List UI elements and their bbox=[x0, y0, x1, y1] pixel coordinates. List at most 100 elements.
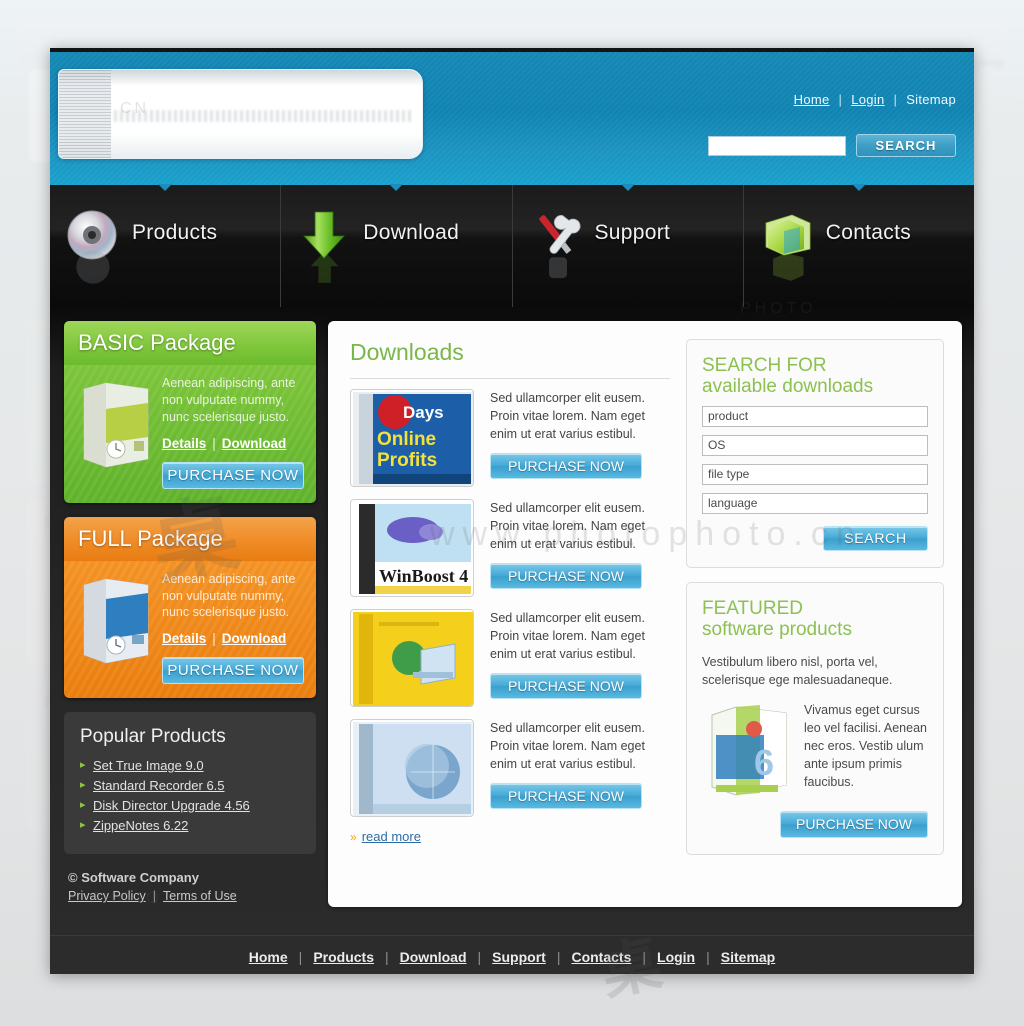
package-link-sep-full: | bbox=[212, 631, 216, 647]
svg-text:Days: Days bbox=[403, 403, 444, 422]
nav-label-support: Support bbox=[594, 221, 671, 244]
package-links-full: Details | Download bbox=[162, 631, 304, 646]
popular-products-title: Popular Products bbox=[80, 726, 226, 748]
download-text-3: Sed ullamcorper elit eusem. Proin vitae … bbox=[490, 721, 645, 772]
footer-link-home[interactable]: Home bbox=[249, 949, 288, 965]
package-title-basic: BASIC Package bbox=[64, 321, 316, 365]
list-item[interactable]: ZippeNotes 6.22 bbox=[80, 818, 300, 833]
read-more-link[interactable]: read more bbox=[362, 829, 421, 844]
download-purchase-button-1[interactable]: PURCHASE NOW bbox=[490, 563, 642, 590]
svg-text:Online: Online bbox=[377, 429, 436, 450]
footer-link-download[interactable]: Download bbox=[400, 949, 467, 965]
nav-label-products: Products bbox=[132, 221, 218, 244]
footer-sep-1: | bbox=[385, 949, 389, 965]
logo-grid-texture bbox=[59, 70, 111, 158]
language-field[interactable] bbox=[702, 492, 928, 514]
popular-link-3[interactable]: ZippeNotes 6.22 bbox=[93, 818, 188, 833]
package-purchase-button-full[interactable]: PURCHASE NOW bbox=[162, 657, 304, 685]
table-row: Days Online Profits Sed ullamcorper elit… bbox=[350, 389, 670, 487]
download-purchase-button-2[interactable]: PURCHASE NOW bbox=[490, 673, 642, 700]
download-purchase-button-3[interactable]: PURCHASE NOW bbox=[490, 783, 642, 810]
nav-label-contacts: Contacts bbox=[825, 221, 912, 244]
downloads-search-button[interactable]: SEARCH bbox=[823, 525, 928, 551]
package-details-link-basic[interactable]: Details bbox=[162, 436, 206, 451]
footer-sep-0: | bbox=[298, 949, 303, 965]
featured-intro-text: Vestibulum libero nisl, porta vel, scele… bbox=[702, 654, 893, 687]
os-field[interactable] bbox=[702, 434, 928, 456]
top-link-sitemap[interactable]: Sitemap bbox=[906, 92, 956, 107]
double-chevron-right-icon: » bbox=[350, 830, 357, 844]
site-footer: Home | Products | Download | Support | Contacts |… bbox=[50, 935, 974, 974]
top-link-home[interactable]: Home bbox=[794, 92, 830, 107]
read-more-row: » read more bbox=[350, 829, 670, 844]
nav-reflection-products bbox=[64, 249, 126, 285]
package-download-link-basic[interactable]: Download bbox=[222, 436, 287, 451]
search-downloads-box: SEARCH FOR available downloads SEARCH bbox=[686, 339, 944, 568]
popular-products-list: Set True Image 9.0 Standard Recorder 6.5… bbox=[80, 758, 300, 833]
featured-purchase-button[interactable]: PURCHASE NOW bbox=[780, 810, 928, 838]
package-details-link-full[interactable]: Details bbox=[162, 631, 206, 646]
header-search: SEARCH bbox=[708, 134, 956, 157]
nav-item-support[interactable]: Support bbox=[513, 185, 744, 307]
top-link-sep-2: | bbox=[893, 92, 898, 107]
nav-item-contacts[interactable]: Contacts bbox=[744, 185, 974, 307]
product-field[interactable] bbox=[702, 405, 928, 427]
winboost-4-box-icon[interactable]: WinBoost 4 bbox=[350, 499, 474, 597]
green-software-box-icon bbox=[76, 379, 154, 471]
featured-title-line1: FEATURED bbox=[702, 597, 803, 619]
privacy-policy-link[interactable]: Privacy Policy bbox=[68, 889, 146, 903]
logo-blurred-text bbox=[114, 110, 412, 122]
copyright-line: © Software Company bbox=[68, 870, 199, 886]
main-navigation: Products Download Support Contacts bbox=[50, 185, 974, 307]
left-sidebar: BASIC Package Aenean adipiscing, ante no… bbox=[64, 321, 316, 935]
yellow-utility-box-icon[interactable] bbox=[350, 609, 474, 707]
page-content: BASIC Package Aenean adipiscing, ante no… bbox=[50, 307, 974, 935]
featured-body-text: Vivamus eget cursus leo vel facilisi. Ae… bbox=[804, 702, 927, 790]
nav-reflection-contacts bbox=[758, 249, 820, 285]
blue-software-box-icon bbox=[76, 575, 154, 667]
list-item[interactable]: Set True Image 9.0 bbox=[80, 758, 300, 773]
footer-link-login[interactable]: Login bbox=[657, 949, 695, 965]
package-link-sep-basic: | bbox=[212, 435, 216, 451]
package-desc-full: Aenean adipiscing, ante non vulputate nu… bbox=[162, 571, 296, 620]
downloads-column: Downloads Days Online Profits Sed ullamc… bbox=[350, 339, 670, 893]
nav-reflection-download bbox=[295, 249, 357, 285]
nav-item-download[interactable]: Download bbox=[281, 185, 513, 307]
package-download-link-full[interactable]: Download bbox=[222, 631, 287, 646]
list-item[interactable]: Standard Recorder 6.5 bbox=[80, 778, 300, 793]
footer-link-support[interactable]: Support bbox=[492, 949, 546, 965]
list-item[interactable]: Disk Director Upgrade 4.56 bbox=[80, 798, 300, 813]
package-purchase-button-basic[interactable]: PURCHASE NOW bbox=[162, 461, 304, 489]
footer-link-products[interactable]: Products bbox=[313, 949, 374, 965]
nav-item-products[interactable]: Products bbox=[50, 185, 282, 307]
package-desc-basic: Aenean adipiscing, ante non vulputate nu… bbox=[162, 376, 296, 424]
logo-placeholder[interactable] bbox=[58, 69, 423, 159]
svg-text:WinBoost 4: WinBoost 4 bbox=[379, 566, 468, 586]
top-nav-links: Home | Login | Sitemap bbox=[794, 92, 956, 107]
table-row: Sed ullamcorper elit eusem. Proin vitae … bbox=[350, 609, 670, 707]
terms-of-use-link[interactable]: Terms of Use bbox=[163, 889, 237, 903]
header-search-input[interactable] bbox=[708, 135, 846, 156]
green-blue-six-box-icon: 6 bbox=[702, 701, 794, 799]
top-link-login[interactable]: Login bbox=[851, 92, 884, 107]
main-panel: Downloads Days Online Profits Sed ullamc… bbox=[328, 321, 962, 907]
package-title-full: FULL Package bbox=[64, 516, 316, 561]
download-text-2: Sed ullamcorper elit eusem. Proin vitae … bbox=[490, 611, 645, 662]
file-type-field[interactable] bbox=[702, 463, 928, 485]
download-purchase-button-0[interactable]: PURCHASE NOW bbox=[490, 453, 642, 480]
popular-link-0[interactable]: Set True Image 9.0 bbox=[93, 758, 204, 773]
30-days-to-online-profits-box-icon[interactable]: Days Online Profits bbox=[350, 389, 474, 487]
header-search-button[interactable]: SEARCH bbox=[856, 134, 956, 157]
footer-sep-2: | bbox=[477, 949, 482, 965]
footer-link-sitemap[interactable]: Sitemap bbox=[721, 949, 775, 965]
site-header: Home | Login | Sitemap SEARCH bbox=[50, 48, 974, 185]
package-links-basic: Details | Download bbox=[162, 436, 304, 451]
download-text-1: Sed ullamcorper elit eusem. Proin vitae … bbox=[490, 501, 645, 552]
search-panel-title-line2: available downloads bbox=[702, 375, 874, 397]
footer-link-contacts[interactable]: Contacts bbox=[571, 949, 631, 965]
popular-link-2[interactable]: Disk Director Upgrade 4.56 bbox=[93, 798, 250, 813]
popular-link-1[interactable]: Standard Recorder 6.5 bbox=[93, 778, 225, 793]
blue-globe-box-icon[interactable] bbox=[350, 719, 474, 817]
footer-sep-3: | bbox=[556, 949, 561, 965]
download-text-0: Sed ullamcorper elit eusem. Proin vitae … bbox=[490, 391, 645, 442]
